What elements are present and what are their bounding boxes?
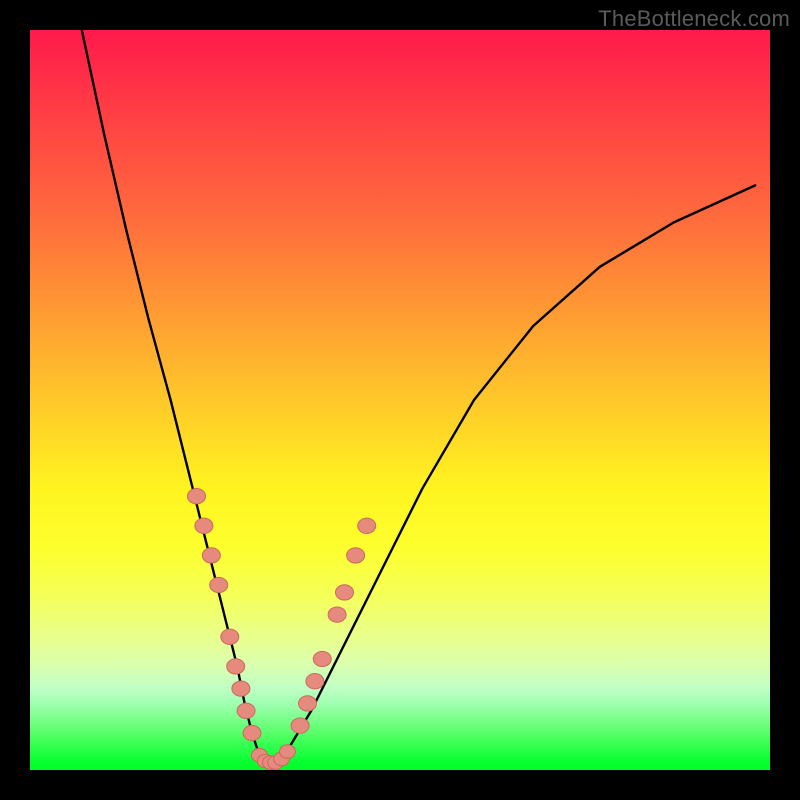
curve-marker (358, 518, 376, 533)
watermark-label: TheBottleneck.com (598, 6, 790, 32)
curve-marker (313, 651, 331, 666)
curve-marker (202, 548, 220, 563)
curve-marker (188, 489, 206, 504)
curve-markers (188, 489, 376, 770)
curve-marker (306, 674, 324, 689)
curve-marker (336, 585, 354, 600)
bottleneck-curve (82, 30, 755, 763)
curve-marker (291, 718, 309, 733)
bottleneck-curve-svg (30, 30, 770, 770)
curve-marker (232, 681, 250, 696)
curve-marker (280, 745, 296, 759)
curve-marker (243, 725, 261, 740)
curve-marker (227, 659, 245, 674)
chart-frame: TheBottleneck.com (0, 0, 800, 800)
curve-marker (210, 577, 228, 592)
curve-marker (237, 703, 255, 718)
curve-marker (328, 607, 346, 622)
curve-marker (221, 629, 239, 644)
curve-marker (195, 518, 213, 533)
curve-marker (347, 548, 365, 563)
curve-marker (299, 696, 317, 711)
